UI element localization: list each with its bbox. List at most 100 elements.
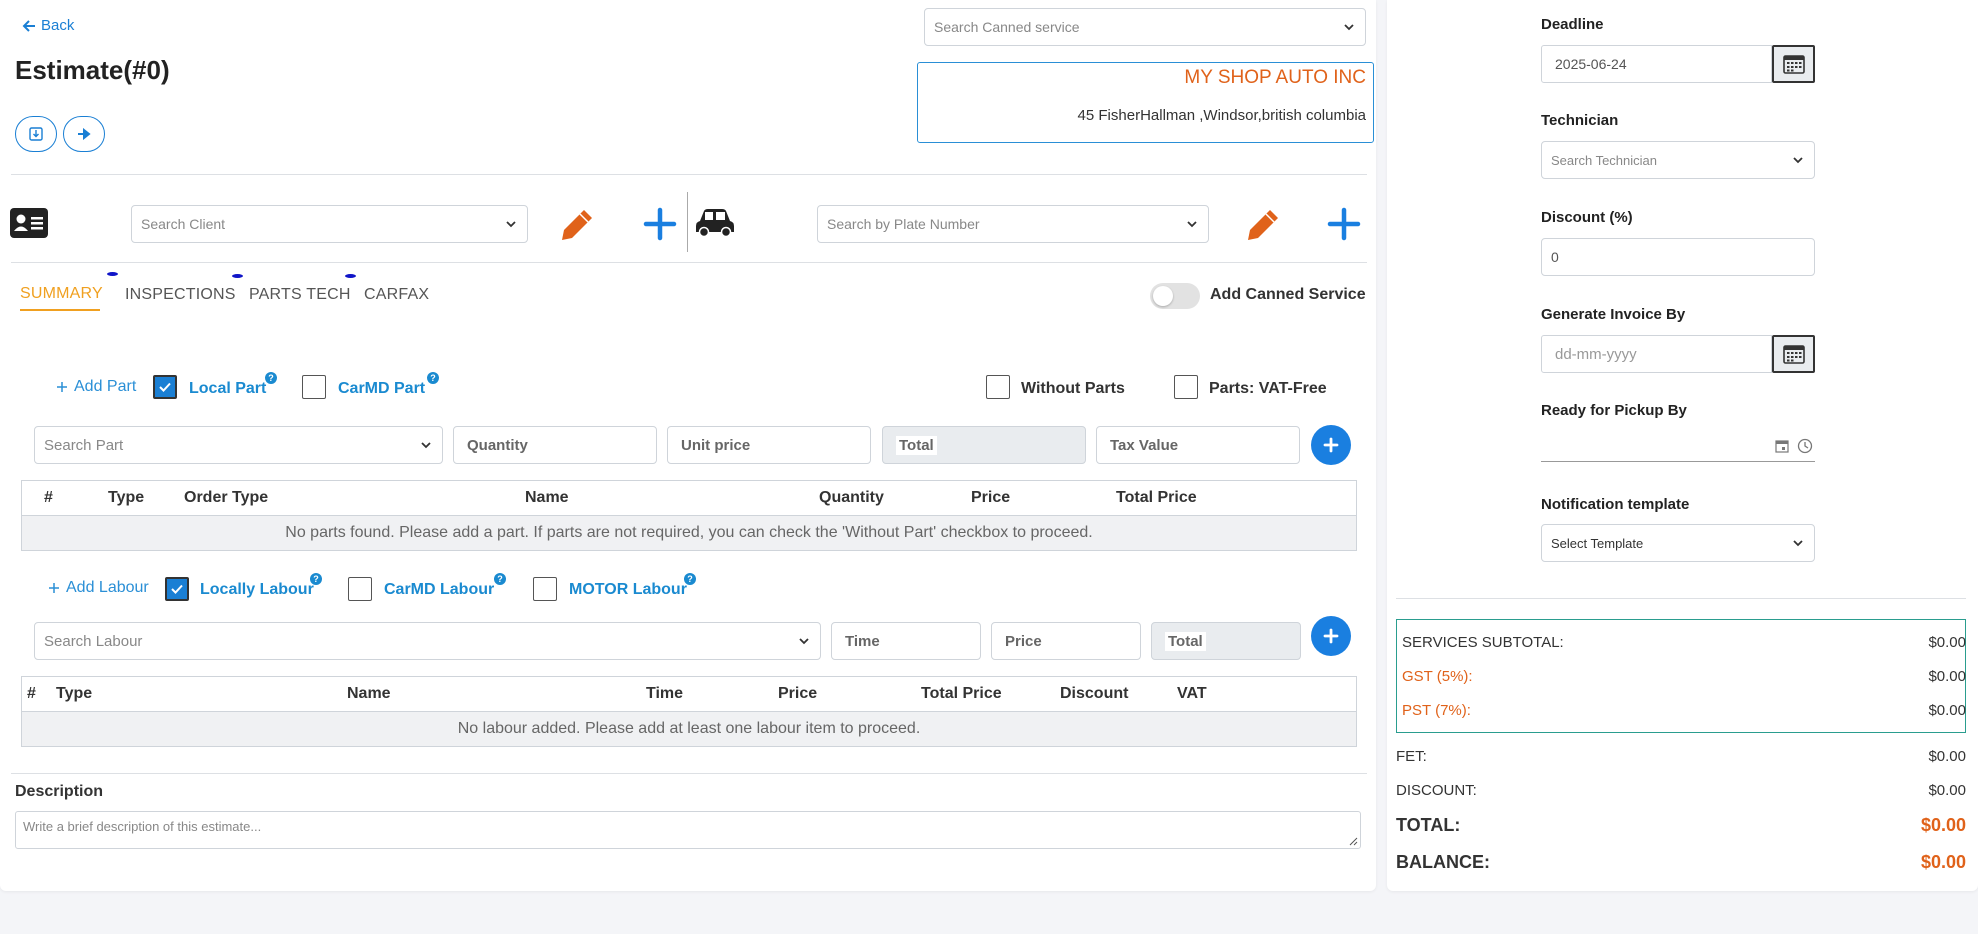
deadline-input[interactable]: 2025-06-24 — [1541, 45, 1772, 83]
arrow-right-icon — [78, 128, 91, 140]
parts-col-index: # — [44, 489, 53, 506]
labour-col-name: Name — [347, 685, 391, 702]
total-value: $0.00 — [1920, 815, 1966, 835]
labour-col-total-price: Total Price — [921, 685, 1002, 702]
add-labour-link[interactable]: Add Labour — [48, 579, 149, 597]
arrow-left-icon — [22, 19, 35, 32]
notification-dot — [107, 272, 118, 276]
add-vehicle-button[interactable] — [1327, 207, 1361, 246]
pencil-icon — [562, 210, 592, 240]
discount-value: 0 — [1551, 249, 1559, 265]
clock-icon[interactable] — [1797, 438, 1813, 454]
discount-input[interactable]: 0 — [1541, 238, 1815, 276]
back-label: Back — [41, 17, 75, 34]
services-subtotal-value: $0.00 — [1928, 634, 1966, 651]
tab-carfax[interactable]: CARFAX — [364, 286, 429, 304]
tab-summary[interactable]: SUMMARY — [20, 285, 103, 303]
part-quantity-input[interactable]: Quantity — [453, 426, 657, 464]
pst-value: $0.00 — [1928, 702, 1966, 719]
carmd-labour-checkbox[interactable] — [348, 577, 372, 601]
add-labour-button[interactable] — [1311, 616, 1351, 656]
chevron-down-icon — [799, 638, 809, 645]
next-button[interactable] — [63, 116, 105, 152]
part-total-field: Total — [882, 426, 1086, 464]
discount-row: DISCOUNT: $0.00 — [1396, 782, 1966, 799]
deadline-calendar-button[interactable] — [1772, 45, 1815, 83]
calendar-icon[interactable] — [1775, 439, 1789, 453]
description-label: Description — [15, 783, 104, 800]
vat-free-label: Parts: VAT-Free — [1209, 380, 1327, 397]
check-icon — [171, 584, 183, 594]
help-icon[interactable]: ? — [427, 372, 439, 384]
parts-col-order-type: Order Type — [184, 489, 269, 506]
chevron-down-icon — [421, 442, 431, 449]
add-canned-service-toggle[interactable] — [1150, 283, 1200, 309]
labour-search-placeholder: Search Labour — [44, 632, 143, 650]
without-parts-checkbox[interactable] — [986, 375, 1010, 399]
gst-label: GST (5%): — [1402, 668, 1473, 685]
labour-price-placeholder: Price — [1005, 632, 1042, 650]
carmd-part-label: CarMD Part — [338, 380, 426, 397]
total-label: TOTAL: — [1396, 815, 1461, 835]
part-search-placeholder: Search Part — [44, 436, 124, 454]
chevron-down-icon — [506, 221, 516, 228]
car-icon — [694, 205, 736, 244]
save-button[interactable] — [15, 116, 57, 152]
part-tax-input[interactable]: Tax Value — [1096, 426, 1300, 464]
labour-col-index: # — [27, 685, 36, 702]
local-part-checkbox[interactable] — [153, 375, 177, 399]
edit-client-button[interactable] — [559, 207, 595, 248]
help-icon[interactable]: ? — [494, 573, 506, 585]
part-unit-price-input[interactable]: Unit price — [667, 426, 871, 464]
save-icon — [29, 127, 43, 141]
help-icon[interactable]: ? — [265, 372, 277, 384]
add-part-button[interactable] — [1311, 425, 1351, 465]
help-icon[interactable]: ? — [310, 573, 322, 585]
notification-template-label: Notification template — [1541, 496, 1690, 513]
active-tab-indicator — [20, 309, 100, 311]
chevron-down-icon — [1344, 24, 1354, 31]
labour-search-select[interactable]: Search Labour — [34, 622, 821, 660]
pickup-datetime-input[interactable] — [1541, 432, 1815, 462]
labour-col-type: Type — [56, 685, 93, 702]
labour-total-placeholder: Total — [1165, 631, 1206, 651]
part-tax-placeholder: Tax Value — [1110, 436, 1179, 454]
discount-total-label: DISCOUNT: — [1396, 782, 1477, 799]
motor-labour-checkbox[interactable] — [533, 577, 557, 601]
labour-price-input[interactable]: Price — [991, 622, 1141, 660]
labour-col-price: Price — [778, 685, 818, 702]
technician-select[interactable]: Search Technician — [1541, 141, 1815, 179]
description-textarea[interactable]: Write a brief description of this estima… — [15, 811, 1361, 849]
services-subtotal-row: SERVICES SUBTOTAL: $0.00 — [1402, 634, 1966, 651]
plus-icon — [1327, 207, 1361, 241]
vat-free-checkbox[interactable] — [1174, 375, 1198, 399]
shop-address: 45 FisherHallman ,Windsor,british columb… — [1077, 107, 1366, 124]
deadline-value: 2025-06-24 — [1555, 56, 1627, 72]
canned-service-select[interactable]: Search Canned service — [924, 8, 1366, 46]
add-client-button[interactable] — [643, 207, 677, 246]
plate-search-select[interactable]: Search by Plate Number — [817, 205, 1209, 243]
pencil-icon — [1248, 210, 1278, 240]
tab-parts-tech[interactable]: PARTS TECH — [249, 286, 351, 304]
back-link[interactable]: Back — [22, 17, 74, 34]
labour-time-input[interactable]: Time — [831, 622, 981, 660]
calendar-icon — [1782, 55, 1805, 74]
notification-dot — [232, 274, 243, 278]
add-part-link[interactable]: Add Part — [56, 378, 136, 396]
help-icon[interactable]: ? — [684, 573, 696, 585]
generate-invoice-input[interactable]: dd-mm-yyyy — [1541, 335, 1772, 373]
part-quantity-placeholder: Quantity — [467, 436, 528, 454]
invoice-calendar-button[interactable] — [1772, 335, 1815, 373]
resize-handle-icon[interactable] — [1348, 836, 1358, 846]
part-search-select[interactable]: Search Part — [34, 426, 443, 464]
local-part-label: Local Part — [189, 380, 267, 397]
labour-total-field: Total — [1151, 622, 1301, 660]
edit-vehicle-button[interactable] — [1245, 207, 1281, 248]
plate-search-placeholder: Search by Plate Number — [827, 216, 980, 232]
carmd-part-checkbox[interactable] — [302, 375, 326, 399]
labour-empty-message: No labour added. Please add at least one… — [22, 712, 1356, 746]
client-search-select[interactable]: Search Client — [131, 205, 528, 243]
local-labour-checkbox[interactable] — [165, 577, 189, 601]
tab-inspections[interactable]: INSPECTIONS — [125, 286, 236, 304]
notification-template-select[interactable]: Select Template — [1541, 524, 1815, 562]
